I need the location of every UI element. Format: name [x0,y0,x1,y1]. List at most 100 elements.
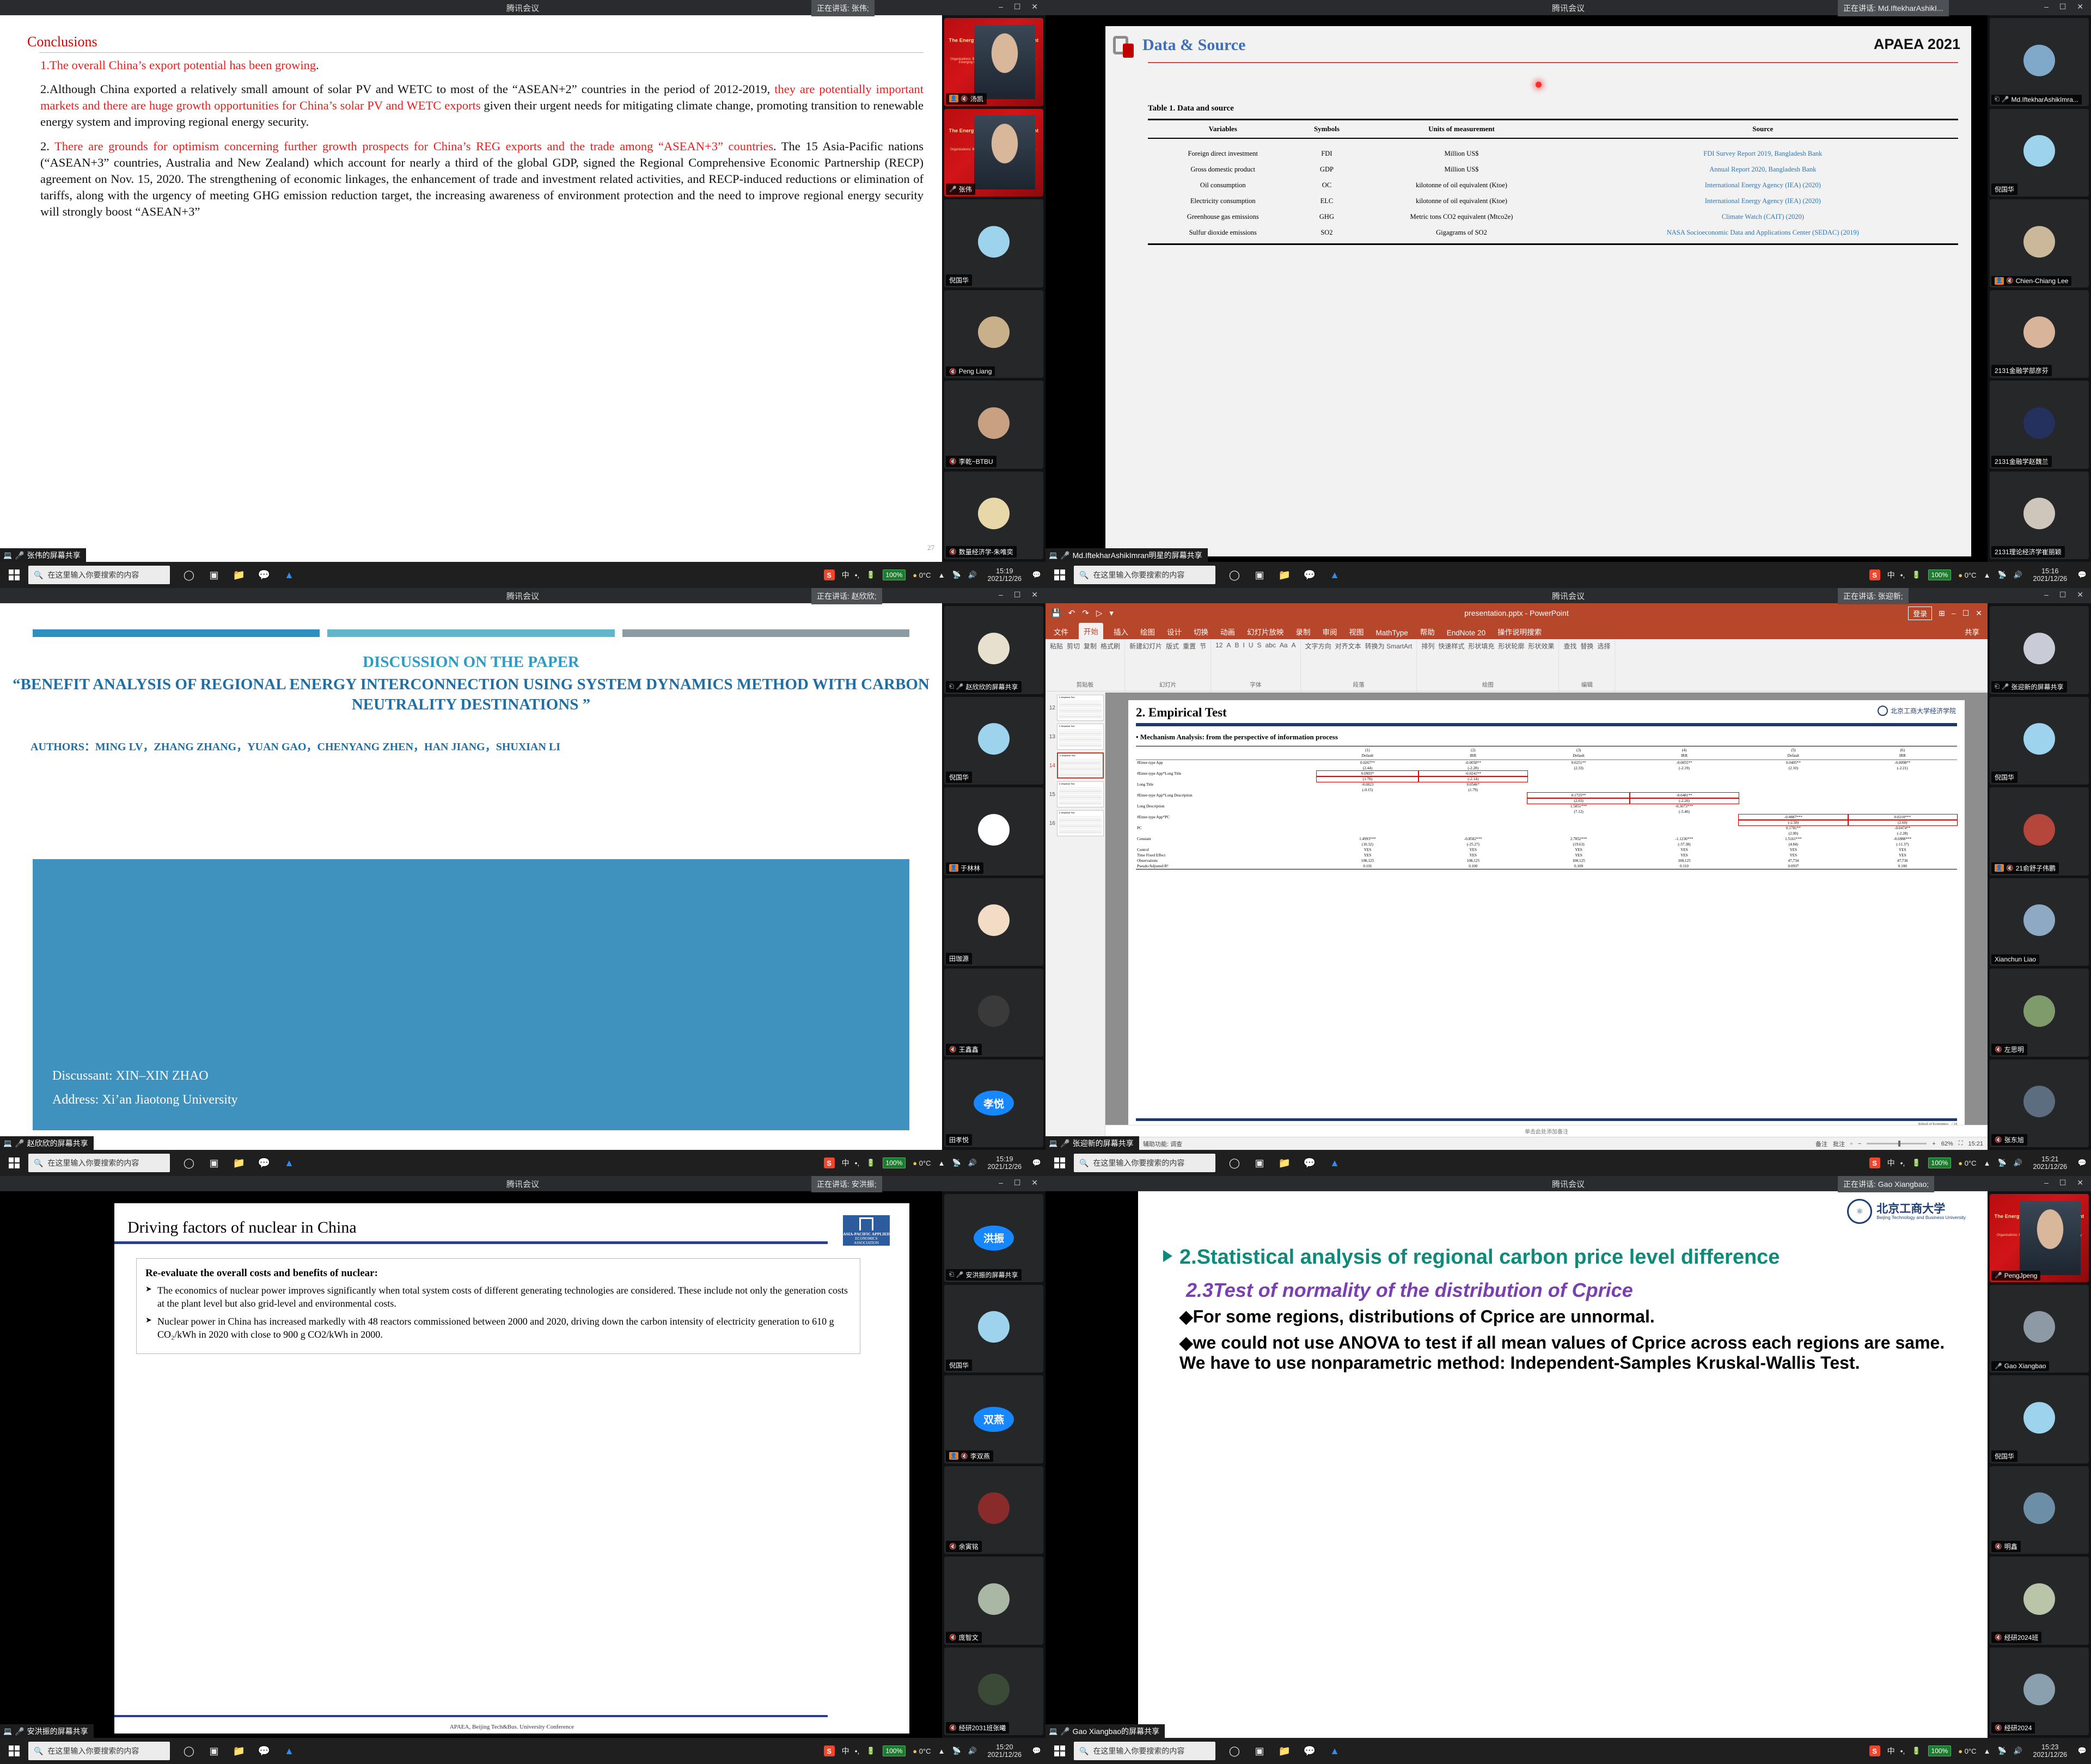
shared-screen-content[interactable]: ASIA-PACIFIC APPLIED ECONOMICS ASSOCIATIO… [0,1191,942,1738]
sogou-icon[interactable]: S [1869,569,1880,580]
ribbon-tab[interactable]: 文件 [1052,624,1070,639]
participant-tile[interactable]: 洪振 ⎗ 🎤 安洪振的屏幕共享 [944,1194,1043,1282]
status-comments-button[interactable]: 批注 [1833,1140,1845,1148]
participant-tile[interactable]: 🔇 余寅铭 [944,1466,1043,1554]
task-view-icon[interactable]: ▣ [1252,1744,1267,1758]
power-icon[interactable]: 🔋 [866,571,875,579]
tencent-meeting-icon[interactable]: ▲ [1328,568,1342,582]
participant-tile[interactable]: ⎗ 🎤 赵欣欣的屏幕共享 [944,606,1043,694]
show-hidden-icons[interactable]: ▲ [938,1159,945,1167]
tencent-meeting-icon[interactable]: ▲ [1328,1744,1342,1758]
meeting-window[interactable]: 腾讯会议 – ☐ ✕ 正在讲话: 张迎新; 💾 ↶ ↷ ▷ ▾ presentation.ppt… [1046,588,2091,1176]
ime-indicator[interactable]: 中 •, [1887,1157,1905,1168]
volume-icon[interactable]: 🔊 [2014,1747,2022,1755]
tencent-meeting-icon[interactable]: ▲ [282,1156,296,1170]
start-button[interactable] [0,1738,28,1764]
ribbon-command[interactable]: 12 [1215,641,1222,649]
taskbar-clock[interactable]: 15:19 2021/12/26 [984,567,1025,583]
ribbon-command[interactable]: S [1257,641,1262,649]
zoom-slider[interactable] [1867,1141,1927,1147]
ribbon-command[interactable]: I [1243,641,1245,649]
participant-tile[interactable]: The Energy Commodity Management Workshop… [1990,1194,2089,1282]
meeting-window[interactable]: 腾讯会议 – ☐ ✕ 正在讲话: 张伟; Conclusions 1.The overa… [0,0,1046,588]
participant-tile[interactable]: 倪国华 [944,199,1043,287]
wechat-icon[interactable]: 💬 [257,1156,271,1170]
wechat-icon[interactable]: 💬 [257,568,271,582]
show-hidden-icons[interactable]: ▲ [938,1747,945,1755]
slide-thumbnail-pane[interactable]: 12 2. Empirical Test 13 2. Empirical Test 14… [1046,693,1105,1137]
start-button[interactable] [1046,1738,1074,1764]
slide-thumbnail[interactable]: 14 2. Empirical Test [1047,752,1104,779]
slide-thumbnail[interactable]: 13 2. Empirical Test [1047,724,1104,750]
participant-tile[interactable]: 🔇 明鑫 [1990,1466,2089,1554]
taskbar-clock[interactable]: 15:23 2021/12/26 [2029,1743,2071,1759]
window-controls[interactable]: – ☐ ✕ [999,2,1042,11]
ribbon-display-options-icon[interactable]: ⊞ [1939,609,1945,618]
network-icon[interactable]: 📡 [952,1159,961,1167]
ribbon-command[interactable]: 版式 [1166,641,1179,651]
participant-tile[interactable]: 👤 🔇 21俞舒子伟鹏 [1990,787,2089,875]
weather-temp[interactable]: ● 0°C [1958,1747,1976,1755]
ribbon-command[interactable]: U [1249,641,1254,649]
network-icon[interactable]: 📡 [1997,571,2006,579]
slide-thumbnail[interactable]: 12 2. Empirical Test [1047,695,1104,721]
taskbar-search-input[interactable]: 🔍 在这里输入你要搜索的内容 [1074,1154,1215,1172]
wechat-icon[interactable]: 💬 [1303,1156,1317,1170]
ribbon-tab[interactable]: 审阅 [1321,624,1339,639]
ime-indicator[interactable]: 中 •, [842,1157,860,1168]
participant-rail[interactable]: ⎗ 🎤 Md.IftekharAshikImra... 倪国华 👤 🔇 Chien-Chia… [1988,15,2091,562]
windows-taskbar[interactable]: 🔍 在这里输入你要搜索的内容 ◯ ▣ 📁 💬 ▲ S 中 •, 🔋 100% ● 0°C ▲ 📡 🔊 15:21… [1046,1150,2091,1176]
tell-me-search[interactable]: 操作说明搜索 [1496,624,1543,639]
cortana-icon[interactable]: ◯ [182,1744,196,1758]
shared-screen-content[interactable]: Conclusions 1.The overall China’s export … [0,15,942,562]
ribbon-tab[interactable]: 视图 [1348,624,1366,639]
power-icon[interactable]: 🔋 [1912,1747,1921,1755]
window-controls[interactable]: – ☐ ✕ [2044,1178,2088,1187]
taskbar-search-input[interactable]: 🔍 在这里输入你要搜索的内容 [1074,1742,1215,1760]
participant-rail[interactable]: The Energy Commodity Management Workshop… [942,15,1046,562]
participant-tile[interactable]: 🔇 李乾~BTBU [944,381,1043,469]
ribbon-command[interactable]: 格式刷 [1100,641,1120,651]
ribbon-tab[interactable]: 设计 [1165,624,1183,639]
ime-indicator[interactable]: 中 •, [842,1745,860,1756]
notifications-icon[interactable]: 💬 [1032,571,1041,579]
participant-tile[interactable]: ⎗ 🎤 张迎新的屏幕共享 [1990,606,2089,694]
windows-taskbar[interactable]: 🔍 在这里输入你要搜索的内容 ◯ ▣ 📁 💬 ▲ S 中 •, 🔋 100% ● 0°C ▲ 📡 🔊 15:16… [1046,562,2091,588]
task-view-icon[interactable]: ▣ [207,568,221,582]
tencent-meeting-icon[interactable]: ▲ [282,1744,296,1758]
taskbar-search-input[interactable]: 🔍 在这里输入你要搜索的内容 [28,1742,170,1760]
meeting-window[interactable]: 腾讯会议 – ☐ ✕ 正在讲话: Gao Xiangbao; ⚛ 北京工商大学 Beiji… [1046,1176,2091,1764]
shared-screen-content[interactable]: 💾 ↶ ↷ ▷ ▾ presentation.pptx - PowerPoint 登录 ⊞ – ☐… [1046,603,1988,1150]
tencent-meeting-icon[interactable]: ▲ [282,568,296,582]
notifications-icon[interactable]: 💬 [1032,1159,1041,1167]
ribbon-tab[interactable]: 帮助 [1419,624,1436,639]
ribbon-command[interactable]: 转换为 SmartArt [1365,641,1413,651]
wechat-icon[interactable]: 💬 [1303,568,1317,582]
volume-icon[interactable]: 🔊 [968,1747,977,1755]
participant-tile[interactable]: The Energy Commodity Management Workshop… [944,18,1043,106]
weather-temp[interactable]: ● 0°C [913,1747,931,1755]
ribbon-command[interactable]: A [1226,641,1231,649]
task-view-icon[interactable]: ▣ [1252,1156,1267,1170]
taskbar-clock[interactable]: 15:19 2021/12/26 [984,1155,1025,1171]
participant-tile[interactable]: 🔇 左思明 [1990,969,2089,1057]
participant-rail[interactable]: 洪振 ⎗ 🎤 安洪振的屏幕共享 倪国华 双燕 👤 🔇 李双燕 🔇 余寅铭 🔇 庞智文 🔇 经研2031班张曦 [942,1191,1046,1738]
participant-tile[interactable]: 田珈源 [944,878,1043,966]
notes-pane[interactable]: 单击此处添加备注 [1105,1125,1988,1137]
participant-tile[interactable]: 倪国华 [1990,696,2089,785]
taskbar-clock[interactable]: 15:21 2021/12/26 [2029,1155,2071,1171]
ribbon-tab[interactable]: MathType [1374,627,1410,639]
ime-indicator[interactable]: 中 •, [1887,1745,1905,1756]
window-controls[interactable]: – ☐ ✕ [999,590,1042,599]
ribbon-command[interactable]: 粘贴 [1050,641,1063,651]
taskbar-search-input[interactable]: 🔍 在这里输入你要搜索的内容 [28,1154,170,1172]
show-hidden-icons[interactable]: ▲ [938,571,945,579]
participant-tile[interactable]: 🔇 经研2024 [1990,1647,2089,1735]
weather-temp[interactable]: ● 0°C [913,1159,931,1167]
notifications-icon[interactable]: 💬 [2078,571,2087,579]
power-icon[interactable]: 🔋 [1912,571,1921,579]
participant-tile[interactable]: 倪国华 [1990,108,2089,197]
show-hidden-icons[interactable]: ▲ [1984,1159,1991,1167]
cortana-icon[interactable]: ◯ [182,568,196,582]
participant-tile[interactable]: 🔇 数量经济学-朱唯奕 [944,471,1043,559]
